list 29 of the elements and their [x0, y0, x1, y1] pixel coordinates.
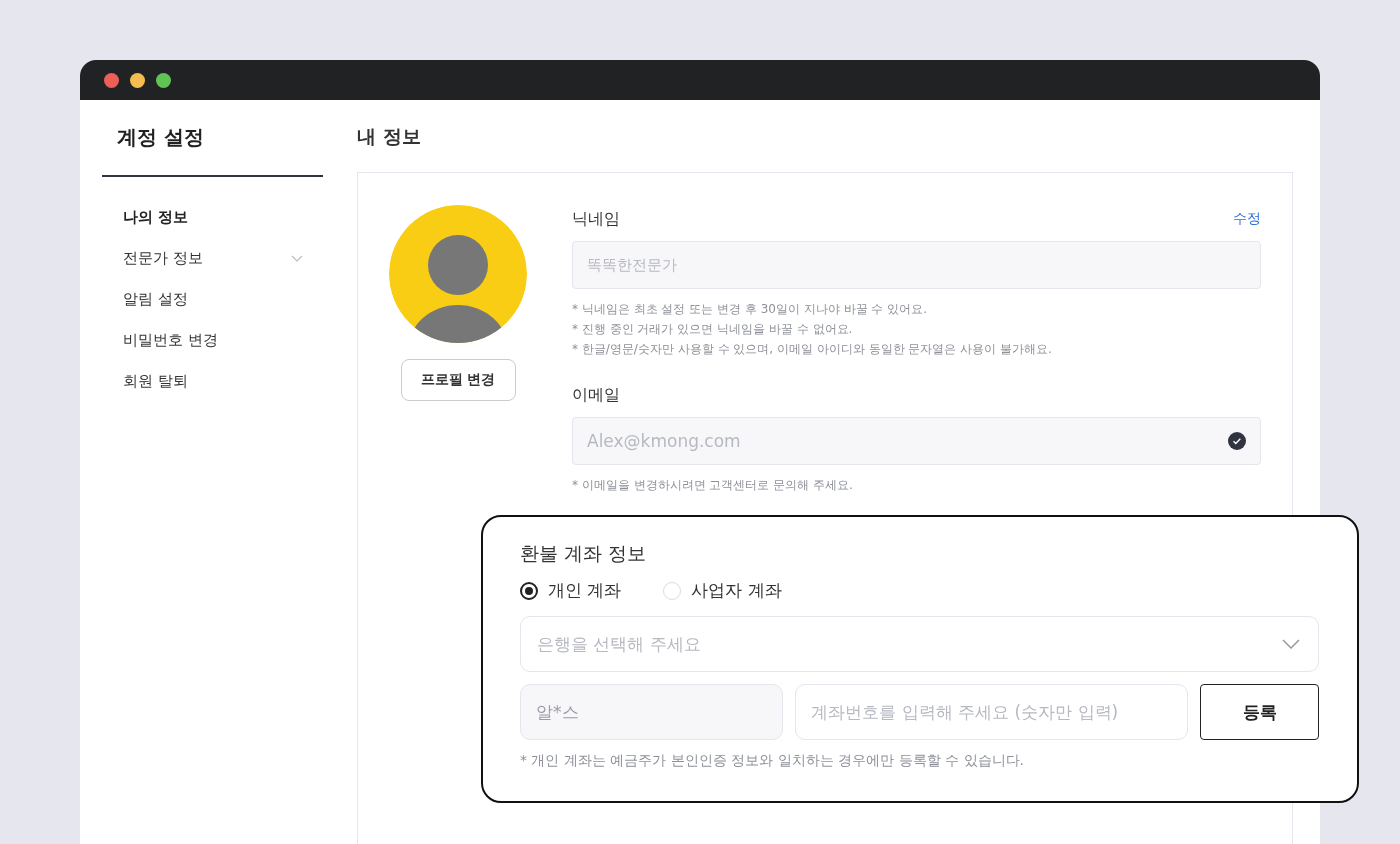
help-text: * 닉네임은 최초 설정 또는 변경 후 30일이 지나야 바꿀 수 있어요. [572, 301, 929, 318]
account-number-field[interactable]: 계좌번호를 입력해 주세요 (숫자만 입력) [795, 684, 1189, 740]
help-text: * 개인 계좌는 예금주가 본인인증 정보와 일치하는 경우에만 등록할 수 있습니다. [520, 752, 1025, 770]
field-label: 이메일 [572, 384, 620, 406]
sidebar-item[interactable]: 나의 정보 [102, 197, 323, 238]
chevron-down-icon [1282, 639, 1300, 649]
field-label: 닉네임 [572, 208, 620, 230]
radio-option[interactable]: 사업자 계좌 [663, 579, 782, 602]
email-placeholder: Alex@kmong.com [587, 431, 742, 451]
select-placeholder: 은행을 선택해 주세요 [537, 632, 702, 656]
window-maximize-button[interactable] [156, 72, 171, 88]
card-title: 환불 계좌 정보 [520, 541, 648, 566]
sidebar-title: 계정 설정 [116, 124, 205, 151]
change-profile-button[interactable]: 프로필 변경 [400, 359, 516, 401]
window-close-button[interactable] [104, 72, 119, 88]
help-text: * 이메일을 변경하시려면 고객센터로 문의해 주세요. [572, 477, 854, 494]
sidebar-item[interactable]: 비밀번호 변경 [102, 320, 323, 361]
radio-option[interactable]: 개인 계좌 [520, 579, 622, 602]
window-minimize-button[interactable] [130, 72, 145, 88]
nickname-field[interactable]: 똑똑한전문가 [572, 241, 1261, 289]
edit-link[interactable]: 수정 [1233, 210, 1261, 228]
page-title: 내 정보 [357, 124, 422, 149]
sidebar-item[interactable]: 알림 설정 [102, 279, 323, 320]
help-text: * 진행 중인 거래가 있으면 닉네임을 바꿀 수 없어요. [572, 321, 854, 338]
help-text: * 한글/영문/숫자만 사용할 수 있으며, 이메일 아이디와 동일한 문자열은 사용이 불가해요. [572, 341, 1053, 358]
register-button[interactable]: 등록 [1200, 684, 1319, 740]
sidebar-item[interactable]: 전문가 정보 [102, 238, 323, 279]
sidebar-item[interactable]: 회원 탈퇴 [102, 361, 323, 402]
chevron-down-icon [291, 254, 303, 263]
